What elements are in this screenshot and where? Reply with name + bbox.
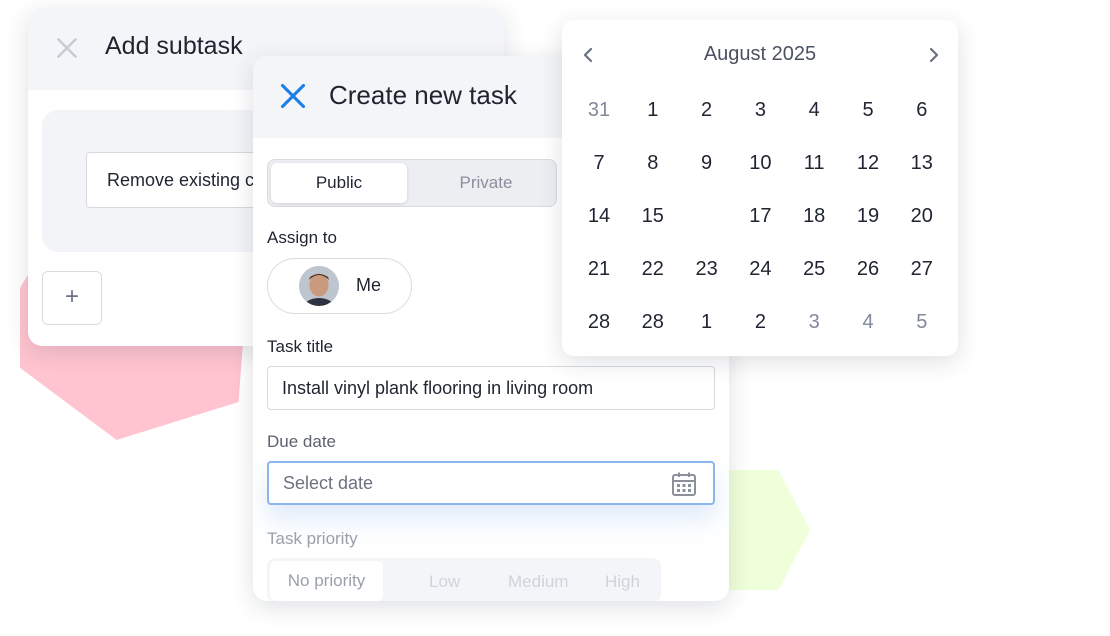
priority-option-none[interactable]: No priority bbox=[270, 561, 383, 601]
calendar-day-label: 31 bbox=[587, 99, 611, 121]
calendar-icon[interactable] bbox=[671, 471, 697, 497]
calendar-day[interactable]: 10 bbox=[733, 137, 787, 190]
private-option[interactable]: Private bbox=[418, 163, 554, 203]
calendar-day[interactable]: 19 bbox=[841, 190, 895, 243]
calendar-day-label: 16 bbox=[695, 205, 718, 227]
calendar-day[interactable]: 22 bbox=[626, 243, 680, 296]
calendar-day-label: 18 bbox=[803, 205, 826, 227]
priority-selector: No priority Low Medium High bbox=[267, 558, 661, 601]
calendar-day-label: 5 bbox=[862, 99, 874, 121]
calendar-day-label: 1 bbox=[701, 311, 713, 333]
calendar-day[interactable]: 9 bbox=[680, 137, 734, 190]
calendar-day-label: 21 bbox=[587, 258, 611, 280]
public-option[interactable]: Public bbox=[271, 163, 407, 203]
priority-option-medium[interactable]: Medium bbox=[508, 572, 568, 592]
calendar-day-label: 13 bbox=[910, 152, 933, 174]
calendar-day[interactable]: 16 bbox=[679, 190, 734, 244]
calendar-day[interactable]: 18 bbox=[787, 190, 841, 243]
calendar-day-label: 23 bbox=[695, 258, 718, 280]
task-title-input[interactable]: Install vinyl plank flooring in living r… bbox=[267, 366, 715, 410]
calendar-day[interactable]: 3 bbox=[733, 84, 787, 137]
calendar-day-label: 10 bbox=[749, 152, 772, 174]
due-date-placeholder: Select date bbox=[283, 473, 374, 493]
visibility-toggle: Public Private bbox=[267, 159, 557, 207]
calendar-day[interactable]: 14 bbox=[572, 190, 626, 243]
calendar-day-label: 26 bbox=[856, 258, 880, 280]
assign-label: Assign to bbox=[267, 228, 337, 247]
calendar-day[interactable]: 28 bbox=[572, 296, 626, 349]
calendar-day[interactable]: 2 bbox=[680, 84, 734, 137]
calendar-day-label: 4 bbox=[862, 311, 874, 333]
calendar-day[interactable]: 20 bbox=[895, 190, 949, 243]
calendar-day-label: 24 bbox=[749, 258, 772, 280]
calendar-day-label: 19 bbox=[856, 205, 880, 227]
calendar-day-label: 2 bbox=[754, 311, 766, 333]
calendar-month: August 2025 bbox=[703, 43, 817, 65]
calendar-day-label: 25 bbox=[803, 258, 826, 280]
calendar-day[interactable]: 26 bbox=[841, 243, 895, 296]
calendar-day-label: 2 bbox=[701, 99, 713, 121]
calendar-day[interactable]: 4 bbox=[841, 296, 895, 349]
calendar-day[interactable]: 24 bbox=[733, 243, 787, 296]
calendar-day-label: 7 bbox=[593, 152, 605, 174]
priority-option-low[interactable]: Low bbox=[429, 572, 460, 592]
calendar-day[interactable]: 5 bbox=[895, 296, 949, 349]
calendar-day-label: 6 bbox=[916, 99, 928, 121]
calendar-day-label: 9 bbox=[701, 152, 713, 174]
calendar-day-label: 14 bbox=[587, 205, 611, 227]
date-picker: August 2025 31 1 2 3 4 5 6 7 8 9 10 11 12 13 14 15 16 17 1… bbox=[562, 20, 958, 356]
due-date-input[interactable]: Select date bbox=[267, 461, 715, 505]
decorative-green-shape bbox=[720, 470, 810, 590]
calendar-day[interactable]: 13 bbox=[895, 137, 949, 190]
calendar-day[interactable]: 25 bbox=[787, 243, 841, 296]
calendar-day[interactable]: 28 bbox=[626, 296, 680, 349]
assignee-chip[interactable]: Me bbox=[267, 258, 412, 314]
assignee-name: Me bbox=[356, 275, 382, 295]
calendar-day-label: 22 bbox=[641, 258, 664, 280]
calendar-day[interactable]: 5 bbox=[841, 84, 895, 137]
calendar-day[interactable]: 8 bbox=[626, 137, 680, 190]
calendar-day[interactable]: 7 bbox=[572, 137, 626, 190]
calendar-day[interactable]: 6 bbox=[895, 84, 949, 137]
close-icon[interactable] bbox=[279, 82, 307, 110]
priority-option-high[interactable]: High bbox=[605, 572, 640, 592]
calendar-day[interactable]: 2 bbox=[733, 296, 787, 349]
calendar-day[interactable]: 12 bbox=[841, 137, 895, 190]
calendar-day[interactable]: 11 bbox=[787, 137, 841, 190]
calendar-day-label: 17 bbox=[749, 205, 772, 227]
task-title-heading: Create new task bbox=[329, 80, 517, 110]
calendar-day-label: 8 bbox=[647, 152, 659, 174]
avatar bbox=[299, 266, 339, 306]
calendar-day[interactable]: 15 bbox=[626, 190, 680, 243]
calendar-day-label: 11 bbox=[803, 152, 825, 174]
calendar-day[interactable]: 3 bbox=[787, 296, 841, 349]
chevron-right-icon[interactable] bbox=[924, 45, 944, 65]
subtask-title: Add subtask bbox=[105, 32, 243, 60]
due-date-label: Due date bbox=[267, 432, 336, 451]
calendar-day[interactable]: 27 bbox=[895, 243, 949, 296]
calendar-day-label: 3 bbox=[754, 99, 766, 121]
calendar-day[interactable]: 1 bbox=[680, 296, 734, 349]
calendar-day-label: 3 bbox=[808, 311, 820, 333]
calendar-day[interactable]: 17 bbox=[733, 190, 787, 243]
calendar-day-label: 15 bbox=[641, 205, 664, 227]
calendar-day-label: 1 bbox=[647, 99, 659, 121]
calendar-day[interactable]: 1 bbox=[626, 84, 680, 137]
calendar-day-label: 4 bbox=[808, 99, 820, 121]
calendar-day-label: 27 bbox=[910, 258, 933, 280]
priority-label: Task priority bbox=[267, 529, 358, 548]
calendar-day-label: 28 bbox=[587, 311, 611, 333]
calendar-day-label: 20 bbox=[910, 205, 933, 227]
calendar-day[interactable]: 4 bbox=[787, 84, 841, 137]
calendar-day-label: 5 bbox=[916, 311, 928, 333]
calendar-day[interactable]: 23 bbox=[680, 243, 734, 296]
calendar-day[interactable]: 21 bbox=[572, 243, 626, 296]
calendar-day-label: 12 bbox=[856, 152, 880, 174]
close-icon[interactable] bbox=[54, 35, 80, 61]
add-subtask-button[interactable]: + bbox=[42, 271, 102, 325]
calendar-day[interactable]: 31 bbox=[572, 84, 626, 137]
calendar-day-label: 28 bbox=[641, 311, 664, 333]
task-title-label: Task title bbox=[267, 337, 334, 356]
